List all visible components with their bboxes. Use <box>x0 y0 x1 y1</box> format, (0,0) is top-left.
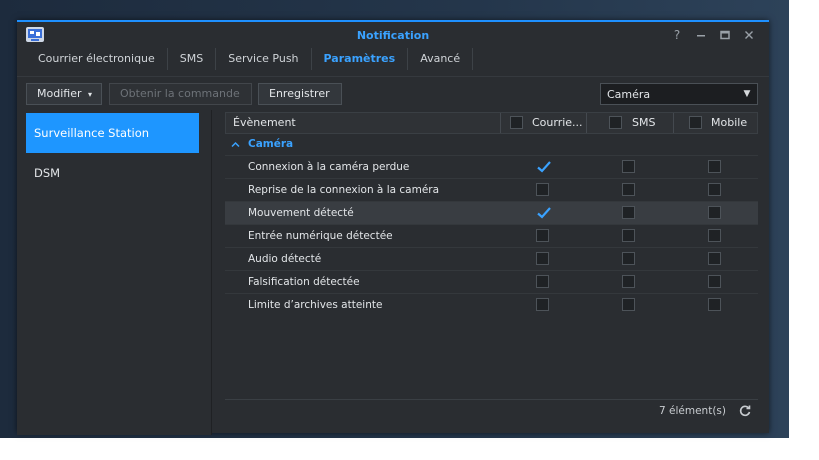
tab-courrier[interactable]: Courrier électronique <box>26 48 168 70</box>
window-title: Notification <box>356 29 430 42</box>
obtenir-commande-button[interactable]: Obtenir la commande <box>109 83 252 105</box>
email-checkbox[interactable] <box>536 229 549 242</box>
sidebar: Surveillance Station DSM <box>17 110 212 435</box>
sms-checkbox[interactable] <box>622 160 635 173</box>
table-row[interactable]: Limite d’archives atteinte <box>225 293 758 316</box>
group-label: Caméra <box>248 138 294 150</box>
tab-service-push[interactable]: Service Push <box>216 48 312 70</box>
column-header-mobile[interactable]: Mobile <box>711 113 747 133</box>
sms-checkbox[interactable] <box>622 275 635 288</box>
tab-avance[interactable]: Avancé <box>408 48 474 70</box>
column-header-sms[interactable]: SMS <box>632 113 655 133</box>
column-divider <box>586 113 587 133</box>
select-all-mobile-checkbox[interactable] <box>689 116 702 129</box>
table-row[interactable]: Mouvement détecté <box>225 201 758 224</box>
table-row[interactable]: Entrée numérique détectée <box>225 224 758 247</box>
event-grid: Évènement Courrie... SMS Mobile Caméra C… <box>225 112 758 425</box>
notification-window: Notification ? Courrier électronique SMS… <box>17 20 769 435</box>
table-row[interactable]: Falsification détectée <box>225 270 758 293</box>
select-all-email-checkbox[interactable] <box>510 116 523 129</box>
select-all-sms-checkbox[interactable] <box>609 116 622 129</box>
modifier-button[interactable]: Modifier ▾ <box>26 83 102 105</box>
item-count: 7 élément(s) <box>659 405 726 417</box>
sms-checkbox[interactable] <box>622 183 635 196</box>
sms-checkbox[interactable] <box>622 252 635 265</box>
group-header-camera[interactable]: Caméra <box>225 134 758 155</box>
category-filter-input[interactable] <box>601 84 737 104</box>
email-checkbox[interactable] <box>536 252 549 265</box>
email-checkbox[interactable] <box>536 183 549 196</box>
enregistrer-button[interactable]: Enregistrer <box>258 83 342 105</box>
sidebar-item-dsm[interactable]: DSM <box>26 153 199 193</box>
email-checkbox[interactable] <box>536 206 551 219</box>
title-bar[interactable]: Notification ? <box>17 22 769 48</box>
sms-checkbox[interactable] <box>622 298 635 311</box>
minimize-icon[interactable] <box>691 26 711 44</box>
maximize-icon[interactable] <box>715 26 735 44</box>
mobile-checkbox[interactable] <box>708 183 721 196</box>
checkmark-icon <box>537 161 551 173</box>
grid-header: Évènement Courrie... SMS Mobile <box>225 112 758 134</box>
event-label: Entrée numérique détectée <box>248 230 393 242</box>
event-label: Falsification détectée <box>248 276 360 288</box>
mobile-checkbox[interactable] <box>708 298 721 311</box>
tab-bar: Courrier électronique SMS Service Push P… <box>26 48 474 72</box>
sidebar-item-surveillance-station[interactable]: Surveillance Station <box>26 113 199 153</box>
mobile-checkbox[interactable] <box>708 160 721 173</box>
tab-parametres[interactable]: Paramètres <box>312 48 409 70</box>
event-label: Connexion à la caméra perdue <box>248 161 410 173</box>
email-checkbox[interactable] <box>536 160 551 173</box>
sms-checkbox[interactable] <box>622 229 635 242</box>
column-header-courrier[interactable]: Courrie... <box>532 113 583 133</box>
refresh-icon[interactable] <box>738 404 752 418</box>
mobile-checkbox[interactable] <box>708 229 721 242</box>
column-divider <box>500 113 501 133</box>
table-row[interactable]: Connexion à la caméra perdue <box>225 155 758 178</box>
table-row[interactable]: Reprise de la connexion à la caméra <box>225 178 758 201</box>
modifier-label: Modifier <box>37 87 82 100</box>
help-icon[interactable]: ? <box>667 26 687 44</box>
chevron-up-icon[interactable] <box>231 134 240 155</box>
chevron-down-icon[interactable]: ▼ <box>741 89 753 99</box>
checkmark-icon <box>537 207 551 219</box>
category-filter-combo[interactable]: ▼ <box>600 83 758 105</box>
tab-sms[interactable]: SMS <box>168 48 217 70</box>
event-label: Reprise de la connexion à la caméra <box>248 184 440 196</box>
dropdown-arrow-icon: ▾ <box>87 90 92 99</box>
table-row[interactable]: Audio détecté <box>225 247 758 270</box>
mobile-checkbox[interactable] <box>708 252 721 265</box>
column-divider <box>673 113 674 133</box>
event-label: Mouvement détecté <box>248 207 354 219</box>
sms-checkbox[interactable] <box>622 206 635 219</box>
event-label: Audio détecté <box>248 253 322 265</box>
event-label: Limite d’archives atteinte <box>248 299 383 311</box>
mobile-checkbox[interactable] <box>708 275 721 288</box>
column-header-evenement[interactable]: Évènement <box>233 113 296 133</box>
email-checkbox[interactable] <box>536 298 549 311</box>
toolbar-divider <box>17 76 769 77</box>
email-checkbox[interactable] <box>536 275 549 288</box>
mobile-checkbox[interactable] <box>708 206 721 219</box>
grid-footer: 7 élément(s) <box>225 399 758 423</box>
close-icon[interactable] <box>739 26 759 44</box>
